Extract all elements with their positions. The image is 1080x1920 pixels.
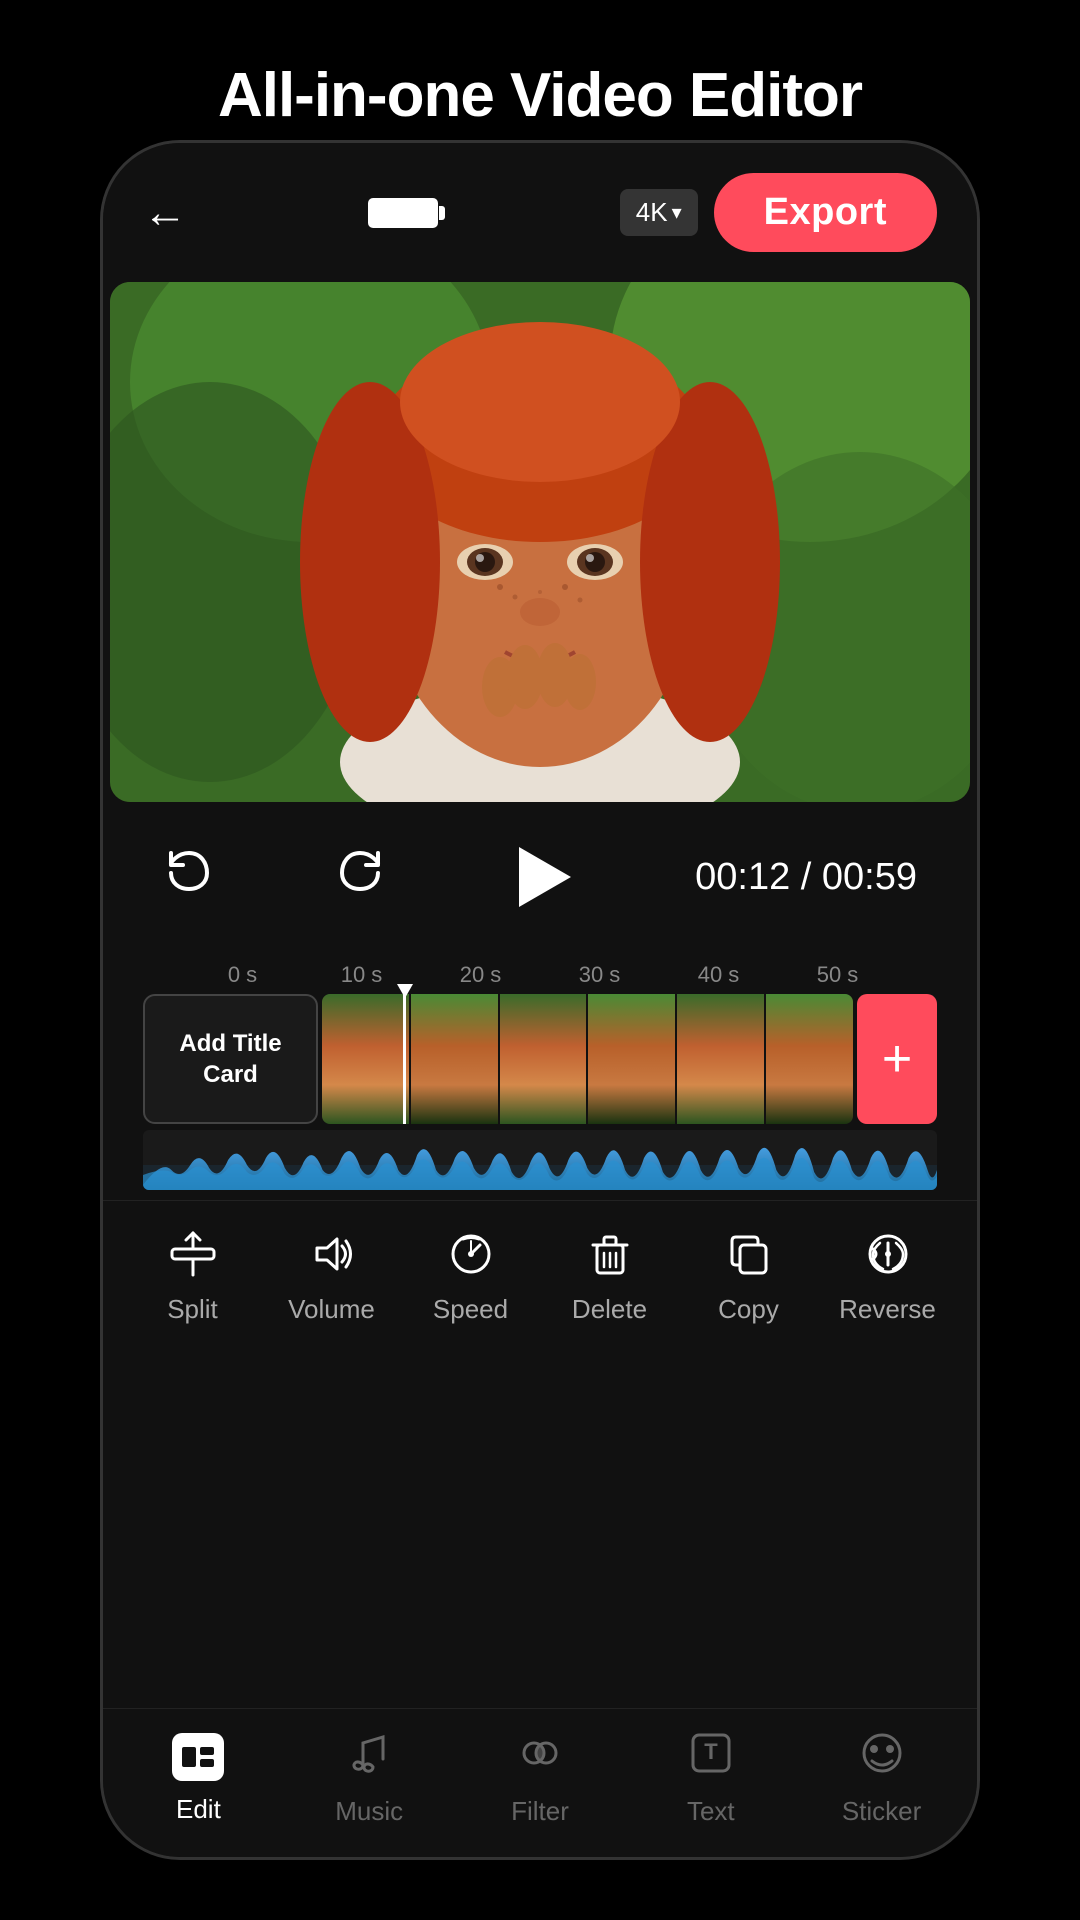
video-thumbnail-3 — [500, 994, 587, 1124]
ruler-mark-50: 50 s — [778, 962, 897, 988]
video-thumbnail-1 — [322, 994, 409, 1124]
edit-nav-label: Edit — [176, 1794, 221, 1825]
battery-indicator — [368, 198, 438, 228]
text-nav-label: Text — [687, 1796, 735, 1827]
nav-music[interactable]: Music — [284, 1729, 455, 1827]
ruler-mark-0: 0 s — [183, 962, 302, 988]
nav-sticker[interactable]: Sticker — [796, 1729, 967, 1827]
redo-button[interactable] — [334, 845, 386, 909]
export-button[interactable]: Export — [714, 173, 937, 252]
music-nav-label: Music — [335, 1796, 403, 1827]
speed-icon — [448, 1231, 494, 1284]
resolution-selector[interactable]: 4K ▾ — [620, 189, 698, 236]
playhead — [403, 984, 406, 1124]
volume-icon — [309, 1231, 355, 1284]
copy-icon — [726, 1231, 772, 1284]
music-nav-icon — [345, 1729, 393, 1788]
delete-tool[interactable]: Delete — [540, 1231, 679, 1325]
playback-controls: 00:12 / 00:59 — [103, 802, 977, 952]
back-button[interactable]: ← — [143, 188, 187, 238]
play-button[interactable] — [506, 842, 576, 912]
bottom-nav: Edit Music Filter — [103, 1708, 977, 1857]
video-preview — [110, 282, 970, 802]
video-frame — [110, 282, 970, 802]
delete-icon — [587, 1231, 633, 1284]
video-thumbnail-6 — [766, 994, 853, 1124]
copy-label: Copy — [718, 1294, 779, 1325]
video-thumbnail-4 — [588, 994, 675, 1124]
video-thumbnail-2 — [411, 994, 498, 1124]
waveform-svg — [143, 1130, 937, 1190]
timeline-ruler: 0 s 10 s 20 s 30 s 40 s 50 s — [123, 952, 957, 994]
svg-text:T: T — [704, 1739, 718, 1764]
copy-tool[interactable]: Copy — [679, 1231, 818, 1325]
video-thumbnail-5 — [677, 994, 764, 1124]
speed-label: Speed — [433, 1294, 508, 1325]
split-label: Split — [167, 1294, 218, 1325]
timeline-tracks: Add TitleCard + — [123, 994, 957, 1124]
sticker-nav-icon — [858, 1729, 906, 1788]
video-canvas — [110, 282, 970, 802]
video-track[interactable] — [322, 994, 853, 1124]
resolution-label: 4K — [636, 197, 668, 228]
volume-tool[interactable]: Volume — [262, 1231, 401, 1325]
reverse-icon — [865, 1231, 911, 1284]
volume-label: Volume — [288, 1294, 375, 1325]
filter-nav-label: Filter — [511, 1796, 569, 1827]
sticker-nav-label: Sticker — [842, 1796, 921, 1827]
edit-nav-icon — [172, 1732, 224, 1786]
reverse-tool[interactable]: Reverse — [818, 1231, 957, 1325]
split-icon — [170, 1231, 216, 1284]
text-nav-icon: T — [687, 1729, 735, 1788]
edit-tools: Split Volume — [103, 1200, 977, 1345]
right-controls: 4K ▾ Export — [620, 173, 937, 252]
chevron-down-icon: ▾ — [672, 200, 682, 225]
top-bar: ← 4K ▾ Export — [103, 143, 977, 272]
add-title-card-button[interactable]: Add TitleCard — [143, 994, 318, 1124]
split-tool[interactable]: Split — [123, 1231, 262, 1325]
add-title-card-label: Add TitleCard — [179, 1028, 281, 1090]
nav-edit[interactable]: Edit — [113, 1732, 284, 1825]
filter-nav-icon — [516, 1729, 564, 1788]
plus-icon: + — [882, 1033, 912, 1085]
nav-text[interactable]: T Text — [625, 1729, 796, 1827]
undo-button[interactable] — [163, 845, 215, 909]
play-icon — [519, 847, 571, 907]
nav-filter[interactable]: Filter — [455, 1729, 626, 1827]
timeline-section: 0 s 10 s 20 s 30 s 40 s 50 s Add TitleCa… — [103, 952, 977, 1190]
add-clip-button[interactable]: + — [857, 994, 937, 1124]
ruler-mark-20: 20 s — [421, 962, 540, 988]
ruler-mark-40: 40 s — [659, 962, 778, 988]
battery-icon — [368, 198, 438, 228]
reverse-label: Reverse — [839, 1294, 936, 1325]
phone-frame: ← 4K ▾ Export — [100, 140, 980, 1860]
time-display: 00:12 / 00:59 — [695, 856, 917, 899]
ruler-mark-30: 30 s — [540, 962, 659, 988]
delete-label: Delete — [572, 1294, 647, 1325]
speed-tool[interactable]: Speed — [401, 1231, 540, 1325]
waveform-track — [143, 1130, 937, 1190]
